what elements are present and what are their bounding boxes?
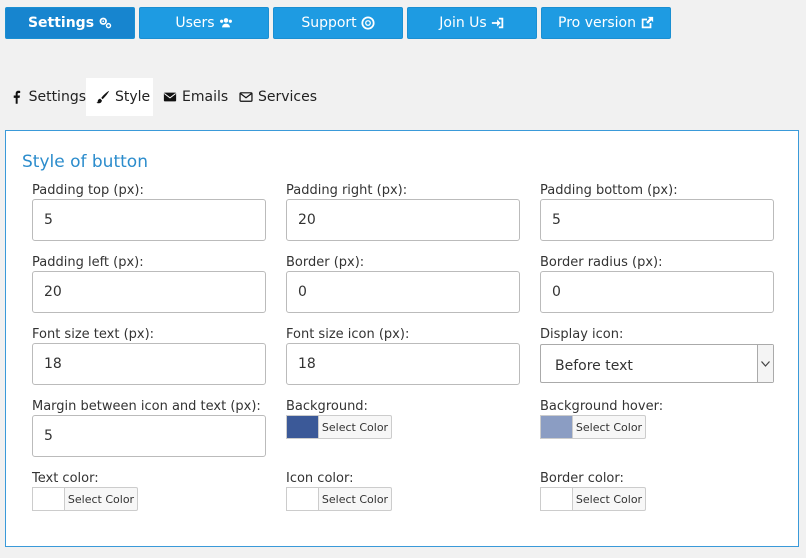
users-icon xyxy=(219,16,233,30)
font-size-text-label: Font size text (px): xyxy=(32,327,155,342)
gears-icon xyxy=(98,16,112,30)
padding-top-label: Padding top (px): xyxy=(32,183,144,198)
padding-left-input[interactable] xyxy=(32,271,266,313)
background-swatch[interactable] xyxy=(286,415,318,439)
style-panel: Style of button Padding top (px): Paddin… xyxy=(5,130,799,547)
users-top-label: Users xyxy=(175,15,215,31)
background-hover-label: Background hover: xyxy=(540,399,664,414)
padding-left-label: Padding left (px): xyxy=(32,255,144,270)
sign-in-icon xyxy=(491,16,505,30)
tab-style-label: Style xyxy=(115,89,151,105)
margin-icon-text-label: Margin between icon and text (px): xyxy=(32,399,261,414)
join-us-top-button[interactable]: Join Us xyxy=(407,7,537,39)
tab-services-label: Services xyxy=(258,89,318,105)
icon-color-label: Icon color: xyxy=(286,471,354,486)
tab-services[interactable]: Services xyxy=(239,78,319,116)
padding-top-input[interactable] xyxy=(32,199,266,241)
padding-right-label: Padding right (px): xyxy=(286,183,408,198)
border-input[interactable] xyxy=(286,271,520,313)
users-top-button[interactable]: Users xyxy=(139,7,269,39)
external-link-icon xyxy=(640,16,654,30)
envelope-outline-icon xyxy=(239,92,253,102)
border-radius-label: Border radius (px): xyxy=(540,255,663,270)
facebook-icon xyxy=(13,90,21,104)
text-color-select-color-button[interactable]: Select Color xyxy=(64,487,138,511)
background-hover-color-picker[interactable]: Select Color xyxy=(540,415,646,439)
font-size-icon-label: Font size icon (px): xyxy=(286,327,410,342)
tab-settings-label: Settings xyxy=(28,89,86,105)
text-color-picker[interactable]: Select Color xyxy=(32,487,138,511)
icon-color-select-color-button[interactable]: Select Color xyxy=(318,487,392,511)
paint-brush-icon xyxy=(96,90,110,104)
background-hover-select-color-button[interactable]: Select Color xyxy=(572,415,646,439)
padding-bottom-input[interactable] xyxy=(540,199,774,241)
padding-bottom-label: Padding bottom (px): xyxy=(540,183,678,198)
border-radius-input[interactable] xyxy=(540,271,774,313)
background-label: Background: xyxy=(286,399,368,414)
panel-title: Style of button xyxy=(22,152,148,172)
text-color-swatch[interactable] xyxy=(32,487,64,511)
border-label: Border (px): xyxy=(286,255,365,270)
display-icon-value: Before text xyxy=(555,357,633,374)
settings-top-button[interactable]: Settings xyxy=(5,7,135,39)
background-color-picker[interactable]: Select Color xyxy=(286,415,392,439)
border-color-picker[interactable]: Select Color xyxy=(540,487,646,511)
tab-emails[interactable]: Emails xyxy=(163,78,233,116)
tab-style[interactable]: Style xyxy=(86,78,153,116)
border-color-label: Border color: xyxy=(540,471,624,486)
background-hover-swatch[interactable] xyxy=(540,415,572,439)
support-top-label: Support xyxy=(301,15,357,31)
font-size-text-input[interactable] xyxy=(32,343,266,385)
tab-settings[interactable]: Settings xyxy=(10,78,86,116)
display-icon-label: Display icon: xyxy=(540,327,624,342)
font-size-icon-input[interactable] xyxy=(286,343,520,385)
margin-icon-text-input[interactable] xyxy=(32,415,266,457)
life-ring-icon xyxy=(361,16,375,30)
border-color-swatch[interactable] xyxy=(540,487,572,511)
pro-version-top-label: Pro version xyxy=(558,15,636,31)
chevron-down-icon xyxy=(757,345,773,382)
padding-right-input[interactable] xyxy=(286,199,520,241)
settings-top-label: Settings xyxy=(27,15,95,31)
background-select-color-button[interactable]: Select Color xyxy=(318,415,392,439)
text-color-label: Text color: xyxy=(32,471,99,486)
support-top-button[interactable]: Support xyxy=(273,7,403,39)
join-us-top-label: Join Us xyxy=(439,15,487,31)
icon-color-picker[interactable]: Select Color xyxy=(286,487,392,511)
display-icon-select[interactable]: Before text xyxy=(540,344,774,383)
icon-color-swatch[interactable] xyxy=(286,487,318,511)
envelope-icon xyxy=(163,92,177,102)
pro-version-top-button[interactable]: Pro version xyxy=(541,7,671,39)
border-color-select-color-button[interactable]: Select Color xyxy=(572,487,646,511)
tab-emails-label: Emails xyxy=(182,89,229,105)
